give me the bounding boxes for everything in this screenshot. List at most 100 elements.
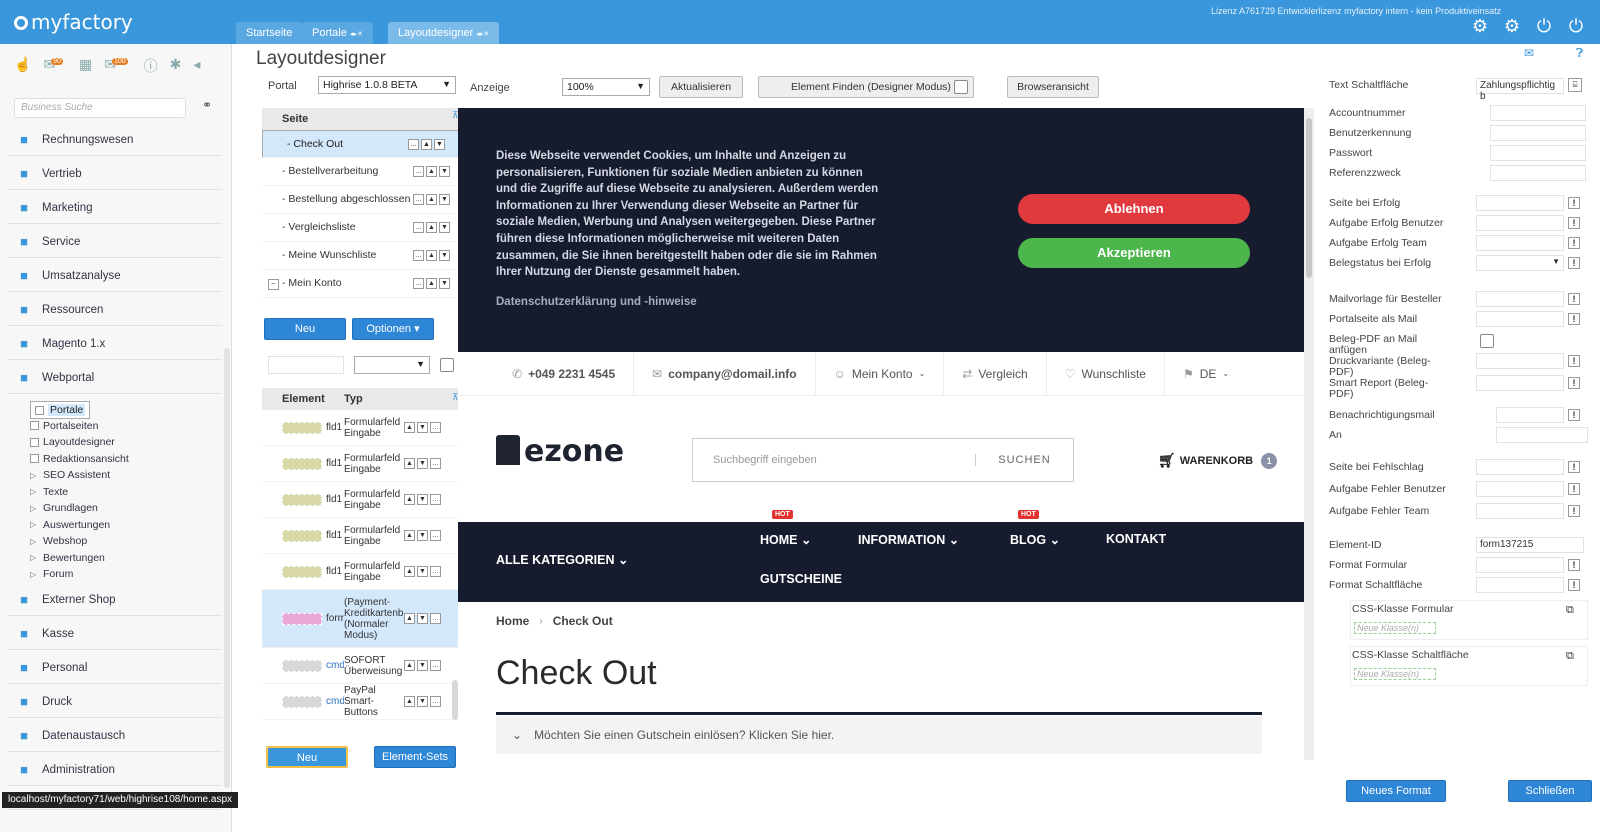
dots-icon[interactable]: … bbox=[430, 660, 441, 671]
prop-input[interactable] bbox=[1476, 481, 1564, 497]
app-logo[interactable]: myfactory bbox=[14, 10, 133, 34]
up-icon[interactable]: ▲ bbox=[404, 530, 415, 541]
ablehnen-button[interactable]: Ablehnen bbox=[1018, 194, 1250, 224]
down-icon[interactable]: ▼ bbox=[434, 138, 445, 150]
page-row[interactable]: - Vergleichsliste… ▲ ▼ bbox=[262, 214, 460, 242]
element-row[interactable]: fld1 Formularfeld Eingabe ▲ ▼… bbox=[262, 518, 460, 554]
down-icon[interactable]: ▼ bbox=[417, 422, 428, 433]
copy-icon[interactable]: ⧉ bbox=[1566, 604, 1574, 617]
webportal-item-forum[interactable]: ▷ Forum bbox=[30, 566, 73, 582]
element-row[interactable]: fld1 Formularfeld Eingabe ▲ ▼… bbox=[262, 482, 460, 518]
dots-icon[interactable]: … bbox=[430, 494, 441, 505]
config-gear-icon[interactable]: ⚙ bbox=[1502, 16, 1522, 36]
info-excl-icon[interactable]: ! bbox=[1568, 377, 1580, 389]
neues-format-button[interactable]: Neues Format bbox=[1346, 780, 1446, 802]
webportal-item-seo-assistent[interactable]: ▷ SEO Assistent bbox=[30, 467, 110, 483]
notifications-icon[interactable]: ✉90 bbox=[43, 56, 67, 76]
page-row[interactable]: - Bestellverarbeitung… ▲ ▼ bbox=[262, 158, 460, 186]
css-formular-input[interactable]: Neue Klasse(n) bbox=[1354, 622, 1436, 634]
privacy-link[interactable]: Datenschutzerklärung und -hinweise bbox=[496, 296, 697, 308]
css-schaltflaeche-input[interactable]: Neue Klasse(n) bbox=[1354, 668, 1436, 680]
akzeptieren-button[interactable]: Akzeptieren bbox=[1018, 238, 1250, 268]
dots-icon[interactable]: … bbox=[408, 138, 419, 150]
up-icon[interactable]: ▲ bbox=[426, 250, 437, 261]
webportal-item-layoutdesigner[interactable]: Layoutdesigner bbox=[30, 434, 115, 450]
copy-icon[interactable]: ⧉ bbox=[1566, 650, 1574, 663]
prop-input[interactable] bbox=[1490, 125, 1586, 141]
collapse-box-icon[interactable]: − bbox=[262, 277, 282, 290]
sidebar-item-magento-1-x[interactable]: ■ Magento 1.x bbox=[8, 328, 222, 360]
prop-input[interactable] bbox=[1490, 165, 1586, 181]
breadcrumb-home[interactable]: Home bbox=[496, 614, 529, 628]
settings-icon[interactable]: ✱ bbox=[170, 56, 182, 76]
up-icon[interactable]: ▲ bbox=[426, 278, 437, 289]
sidebar-item-umsatzanalyse[interactable]: ■ Umsatzanalyse bbox=[8, 260, 222, 292]
nav-kontakt[interactable]: KONTAKT bbox=[1106, 532, 1166, 546]
webportal-item-webshop[interactable]: ▷ Webshop bbox=[30, 533, 87, 549]
nav-gutscheine[interactable]: GUTSCHEINE bbox=[760, 572, 842, 586]
mail-icon[interactable]: ✉ bbox=[1524, 46, 1534, 60]
dots-icon[interactable]: … bbox=[413, 194, 424, 205]
up-icon[interactable]: ▲ bbox=[426, 194, 437, 205]
dots-icon[interactable]: … bbox=[430, 530, 441, 541]
sidebar-item-externer-shop[interactable]: ■ Externer Shop bbox=[8, 584, 222, 616]
up-icon[interactable]: ▲ bbox=[404, 458, 415, 469]
shop-search-input[interactable]: Suchbegriff eingeben bbox=[693, 454, 975, 466]
info-excl-icon[interactable]: ! bbox=[1568, 409, 1580, 421]
tab-startseite[interactable]: Startseite bbox=[236, 22, 303, 44]
email-item[interactable]: ✉ company@domail.info bbox=[634, 351, 816, 396]
prop-input[interactable] bbox=[1476, 235, 1564, 251]
prop-input[interactable] bbox=[1476, 503, 1564, 519]
page-row[interactable]: - Bestellung abgeschlossen… ▲ ▼ bbox=[262, 186, 460, 214]
neu-page-button[interactable]: Neu bbox=[264, 318, 346, 340]
sidebar-item-webportal[interactable]: ■ Webportal bbox=[8, 362, 222, 394]
sidebar-item-kasse[interactable]: ■ Kasse bbox=[8, 618, 222, 650]
filter-select[interactable]: ▼ bbox=[354, 356, 430, 374]
tab-controls-icon[interactable]: ◂▸✕ bbox=[476, 31, 489, 38]
search-button[interactable]: SUCHEN bbox=[975, 454, 1073, 466]
info-excl-icon[interactable]: ! bbox=[1568, 505, 1580, 517]
sidebar-item-vertrieb[interactable]: ■ Vertrieb bbox=[8, 158, 222, 190]
calendar-icon[interactable]: ▦ bbox=[79, 56, 92, 76]
dots-icon[interactable]: … bbox=[413, 222, 424, 233]
settings-gear-icon[interactable]: ⚙ bbox=[1470, 16, 1490, 36]
schliessen-button[interactable]: Schließen bbox=[1508, 780, 1592, 802]
sidebar-item-marketing[interactable]: ■ Marketing bbox=[8, 192, 222, 224]
webportal-item-texte[interactable]: ▷ Texte bbox=[30, 484, 68, 500]
prop-input[interactable] bbox=[1476, 291, 1564, 307]
browseransicht-button[interactable]: Browseransicht bbox=[1007, 76, 1099, 98]
up-icon[interactable]: ▲ bbox=[404, 422, 415, 433]
webportal-item-bewertungen[interactable]: ▷ Bewertungen bbox=[30, 550, 105, 566]
sidebar-scrollbar[interactable] bbox=[224, 348, 230, 788]
down-icon[interactable]: ▼ bbox=[439, 222, 450, 233]
webportal-item-redaktionsansicht[interactable]: Redaktionsansicht bbox=[30, 451, 129, 467]
info-excl-icon[interactable]: ! bbox=[1568, 313, 1580, 325]
info-excl-icon[interactable]: ! bbox=[1568, 559, 1580, 571]
down-icon[interactable]: ▼ bbox=[439, 194, 450, 205]
info-excl-icon[interactable]: ! bbox=[1568, 257, 1580, 269]
element-row[interactable]: fld1 Formularfeld Eingabe ▲ ▼… bbox=[262, 410, 460, 446]
up-icon[interactable]: ▲ bbox=[421, 138, 432, 150]
up-icon[interactable]: ▲ bbox=[404, 696, 415, 707]
down-icon[interactable]: ▼ bbox=[417, 458, 428, 469]
down-icon[interactable]: ▼ bbox=[417, 494, 428, 505]
neu-element-button[interactable]: Neu bbox=[266, 746, 348, 768]
nav-information[interactable]: INFORMATION ⌄ bbox=[858, 532, 959, 547]
portal-select[interactable]: Highrise 1.0.8 BETA ▼ bbox=[318, 76, 456, 94]
dots-icon[interactable]: … bbox=[430, 422, 441, 433]
help-icon[interactable]: ❓︎ bbox=[1576, 46, 1583, 61]
prop-input[interactable]: ▼ bbox=[1476, 255, 1564, 271]
nav-home[interactable]: HOME ⌄ bbox=[760, 532, 811, 547]
filter-checkbox[interactable] bbox=[440, 358, 454, 372]
webportal-item-portalseiten[interactable]: Portalseiten bbox=[30, 418, 98, 434]
prop-input[interactable] bbox=[1496, 407, 1564, 423]
power-icon[interactable]: ⏻ bbox=[1534, 16, 1554, 36]
info-icon[interactable]: ⓘ bbox=[144, 56, 158, 76]
info-excl-icon[interactable]: ! bbox=[1568, 197, 1580, 209]
prop-input[interactable] bbox=[1476, 195, 1564, 211]
format-schaltflaeche-input[interactable] bbox=[1476, 577, 1564, 593]
prop-input[interactable] bbox=[1476, 353, 1564, 369]
element-row[interactable]: fld1 Formularfeld Eingabe ▲ ▼… bbox=[262, 446, 460, 482]
wunschliste-item[interactable]: ♡ Wunschliste bbox=[1047, 351, 1165, 396]
up-icon[interactable]: ▲ bbox=[404, 660, 415, 671]
